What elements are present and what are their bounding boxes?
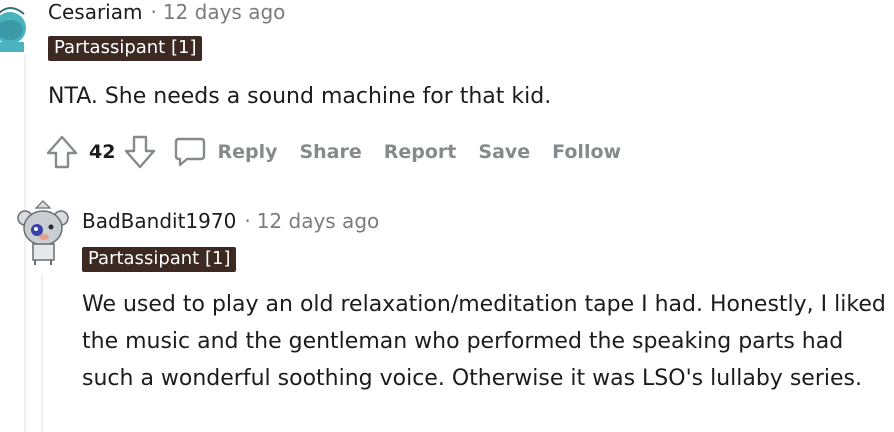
snoo-avatar-icon [0,7,26,52]
arrow-up-icon[interactable] [45,134,79,170]
comment-meta: Cesariam · 12 days ago [48,0,285,24]
save-button[interactable]: Save [478,141,530,163]
comment-actions: 42 Reply Share Report Save Follow [45,134,621,170]
avatar[interactable] [0,0,32,52]
comment-meta: BadBandit1970 · 12 days ago [82,209,379,233]
meta-separator: · [244,209,251,233]
author-name[interactable]: BadBandit1970 [82,209,236,233]
user-flair: Partassipant [1] [48,36,203,61]
user-flair: Partassipant [1] [82,247,237,272]
vote-count: 42 [89,141,116,163]
author-name[interactable]: Cesariam [48,0,142,24]
comment-body: NTA. She needs a sound machine for that … [48,84,552,109]
speech-bubble-icon [173,134,207,170]
share-button[interactable]: Share [299,141,361,163]
report-button[interactable]: Report [384,141,457,163]
comment-body: We used to play an old relaxation/medita… [82,292,886,391]
timestamp[interactable]: 12 days ago [257,209,380,233]
reply-label: Reply [217,141,278,163]
timestamp[interactable]: 12 days ago [163,0,286,24]
thread-line-2[interactable] [41,275,43,432]
follow-button[interactable]: Follow [552,141,621,163]
snoo-avatar-icon [17,200,69,265]
avatar[interactable] [14,198,72,266]
meta-separator: · [150,0,157,24]
arrow-down-icon[interactable] [123,134,157,170]
reply-button[interactable]: Reply [173,134,277,170]
